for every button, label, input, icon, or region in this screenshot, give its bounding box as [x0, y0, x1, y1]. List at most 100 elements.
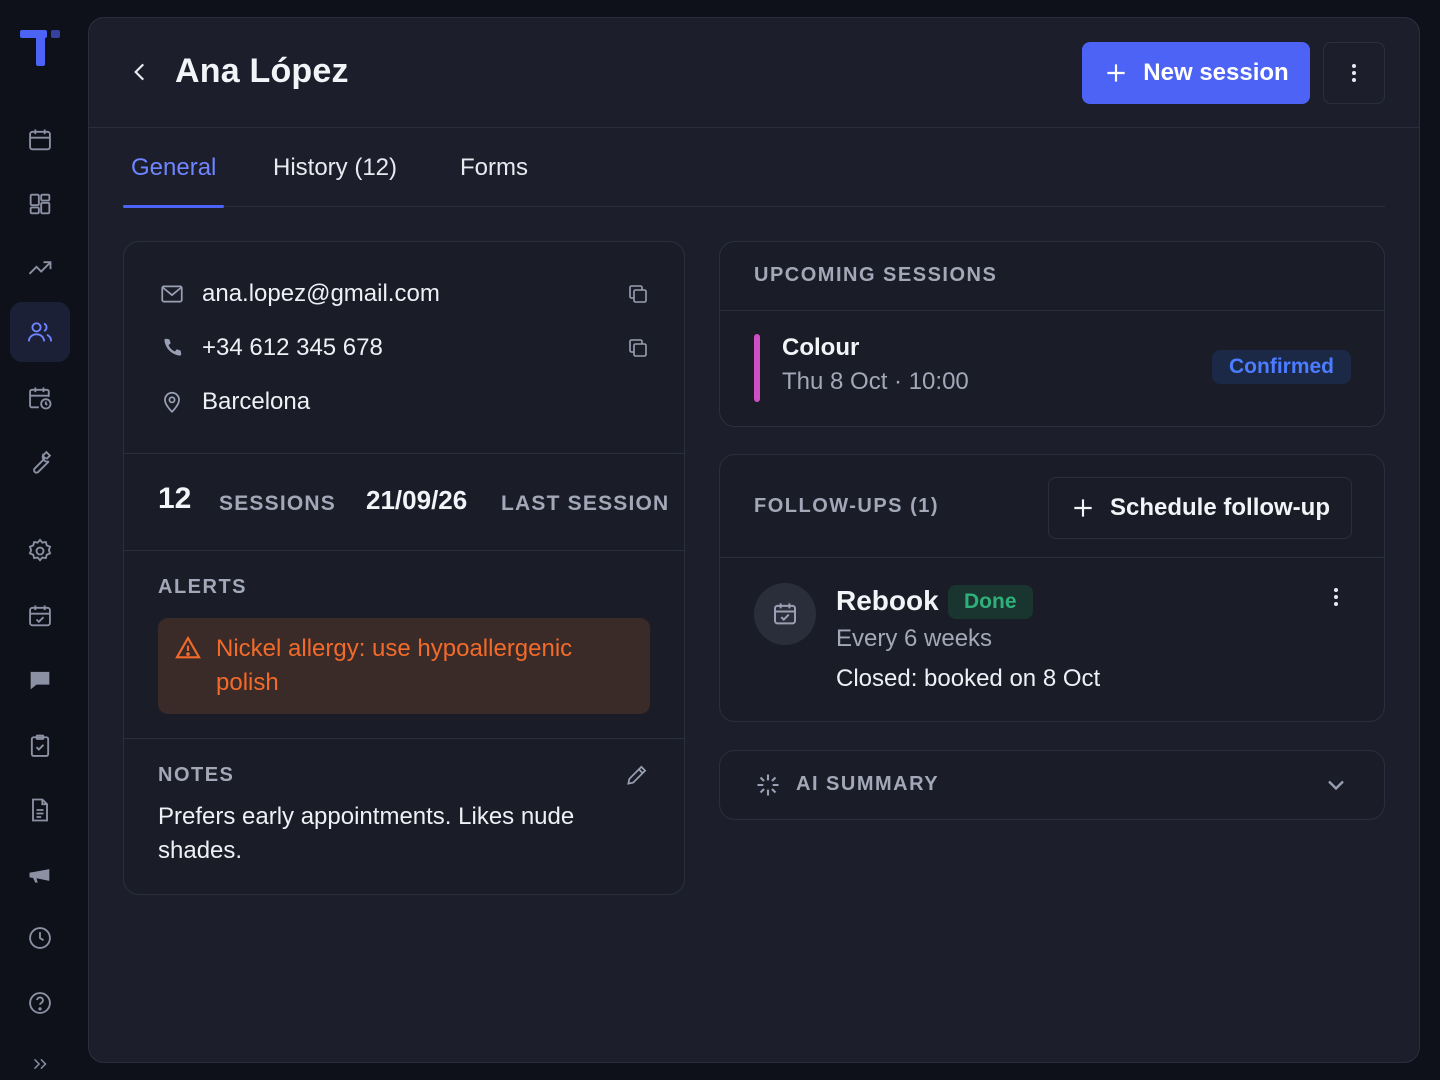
divider: [720, 557, 1384, 558]
sidebar-expand-button[interactable]: [10, 1036, 70, 1080]
nav-schedule[interactable]: [10, 368, 70, 428]
notes-label: NOTES: [158, 764, 235, 786]
calendar-check-icon: [29, 605, 51, 627]
session-color-bar: [754, 334, 760, 402]
nav-bookings[interactable]: [10, 586, 70, 646]
client-panel: Ana López New session General History (1…: [88, 17, 1420, 1063]
new-session-label: New session: [1143, 59, 1289, 86]
app-logo[interactable]: [20, 28, 62, 68]
ai-summary-label: AI SUMMARY: [796, 773, 940, 795]
nav-clients[interactable]: [10, 302, 70, 362]
edit-notes-button[interactable]: [624, 762, 652, 790]
settings-icon: [28, 538, 52, 562]
plus-icon: [1107, 64, 1125, 82]
copy-email-button[interactable]: [624, 280, 652, 308]
chevron-down-icon[interactable]: [1322, 771, 1350, 799]
trending-icon: [28, 261, 52, 275]
back-button[interactable]: [125, 54, 155, 90]
follow-up-frequency: Every 6 weeks: [836, 625, 993, 652]
alerts-label: ALERTS: [158, 576, 247, 598]
dashboard-icon: [29, 193, 51, 215]
copy-icon: [629, 285, 647, 303]
notes-text: Prefers early appointments. Likes nude s…: [158, 803, 575, 864]
expand-icon: [33, 1058, 47, 1070]
sessions-label: SESSIONS: [219, 492, 336, 515]
nav-documents[interactable]: [10, 780, 70, 840]
document-icon: [32, 798, 48, 822]
divider: [124, 550, 684, 551]
megaphone-icon: [29, 869, 50, 883]
sessions-count: 12: [158, 482, 192, 515]
phone-value[interactable]: +34 612 345 678: [202, 334, 383, 362]
follow-ups-title: FOLLOW-UPS (1): [754, 495, 940, 517]
client-details-card: ana.lopez@gmail.com +34 612 345 678 Barc…: [123, 241, 685, 895]
session-time: Thu 8 Oct · 10:00: [782, 368, 969, 395]
nav-tools[interactable]: [10, 432, 70, 492]
wrench-icon: [33, 450, 52, 474]
location-row: Barcelona: [158, 382, 652, 422]
sidebar: [0, 0, 82, 1080]
copy-icon: [629, 339, 647, 357]
tab-forms[interactable]: Forms: [460, 128, 528, 207]
schedule-follow-up-label: Schedule follow-up: [1110, 494, 1330, 521]
nav-calendar[interactable]: [10, 110, 70, 170]
more-vertical-icon: [1352, 64, 1356, 82]
help-icon: [29, 992, 51, 1014]
upcoming-sessions-card: UPCOMING SESSIONS Colour Thu 8 Oct · 10:…: [719, 241, 1385, 427]
nav-tasks[interactable]: [10, 716, 70, 776]
divider: [124, 453, 684, 454]
last-session-date: 21/09/26: [366, 485, 468, 515]
ai-summary-card[interactable]: AI SUMMARY: [719, 750, 1385, 820]
clients-icon: [27, 322, 53, 342]
more-options-button[interactable]: [1323, 42, 1385, 104]
calendar-icon: [29, 129, 51, 151]
calendar-check-icon: [774, 603, 796, 625]
new-session-button[interactable]: New session: [1082, 42, 1310, 104]
sparkle-icon: [757, 774, 779, 796]
email-row: ana.lopez@gmail.com: [158, 274, 652, 314]
tab-bar: General History (12) Forms: [122, 128, 1385, 208]
mail-icon: [158, 280, 186, 308]
status-badge-confirmed: Confirmed: [1212, 350, 1351, 384]
more-vertical-icon: [1334, 588, 1338, 606]
nav-help[interactable]: [10, 973, 70, 1033]
location-pin-icon: [158, 388, 186, 416]
nav-analytics[interactable]: [10, 238, 70, 298]
upcoming-sessions-title: UPCOMING SESSIONS: [754, 264, 998, 286]
stats-row: 12 SESSIONS 21/09/26 LAST SESSION: [158, 482, 678, 526]
follow-up-avatar: [754, 583, 816, 645]
status-badge-done: Done: [948, 585, 1033, 619]
phone-row: +34 612 345 678: [158, 328, 652, 368]
chevron-left-icon: [134, 63, 145, 81]
warning-icon: [175, 635, 201, 659]
nav-settings[interactable]: [10, 521, 70, 581]
tab-general[interactable]: General: [122, 128, 225, 208]
plus-icon: [1074, 499, 1092, 517]
nav-history[interactable]: [10, 908, 70, 968]
tab-history[interactable]: History (12): [273, 128, 397, 207]
schedule-follow-up-button[interactable]: Schedule follow-up: [1048, 477, 1352, 539]
nav-dashboard[interactable]: [10, 174, 70, 234]
follow-up-closed-note: Closed: booked on 8 Oct: [836, 665, 1101, 692]
copy-phone-button[interactable]: [624, 334, 652, 362]
pencil-icon: [627, 765, 647, 785]
nav-messages[interactable]: [10, 650, 70, 710]
clipboard-icon: [30, 734, 50, 757]
session-name[interactable]: Colour: [782, 334, 859, 362]
clock-icon: [29, 927, 51, 949]
email-value[interactable]: ana.lopez@gmail.com: [202, 280, 440, 308]
divider: [720, 310, 1384, 311]
schedule-icon: [29, 387, 52, 410]
alert-text: Nickel allergy: use hypoallergenic polis…: [216, 635, 573, 696]
last-session-label: LAST SESSION: [501, 492, 670, 515]
chat-icon: [30, 671, 50, 690]
allergy-alert: Nickel allergy: use hypoallergenic polis…: [158, 618, 650, 714]
follow-ups-card: FOLLOW-UPS (1) Schedule follow-up Rebook…: [719, 454, 1385, 722]
follow-up-title[interactable]: Rebook: [836, 585, 939, 617]
divider: [124, 738, 684, 739]
follow-up-more-button[interactable]: [1322, 583, 1350, 611]
page-title: Ana López: [175, 52, 349, 90]
nav-marketing[interactable]: [10, 845, 70, 905]
location-value: Barcelona: [202, 388, 311, 415]
page-header: Ana López New session: [89, 18, 1419, 128]
